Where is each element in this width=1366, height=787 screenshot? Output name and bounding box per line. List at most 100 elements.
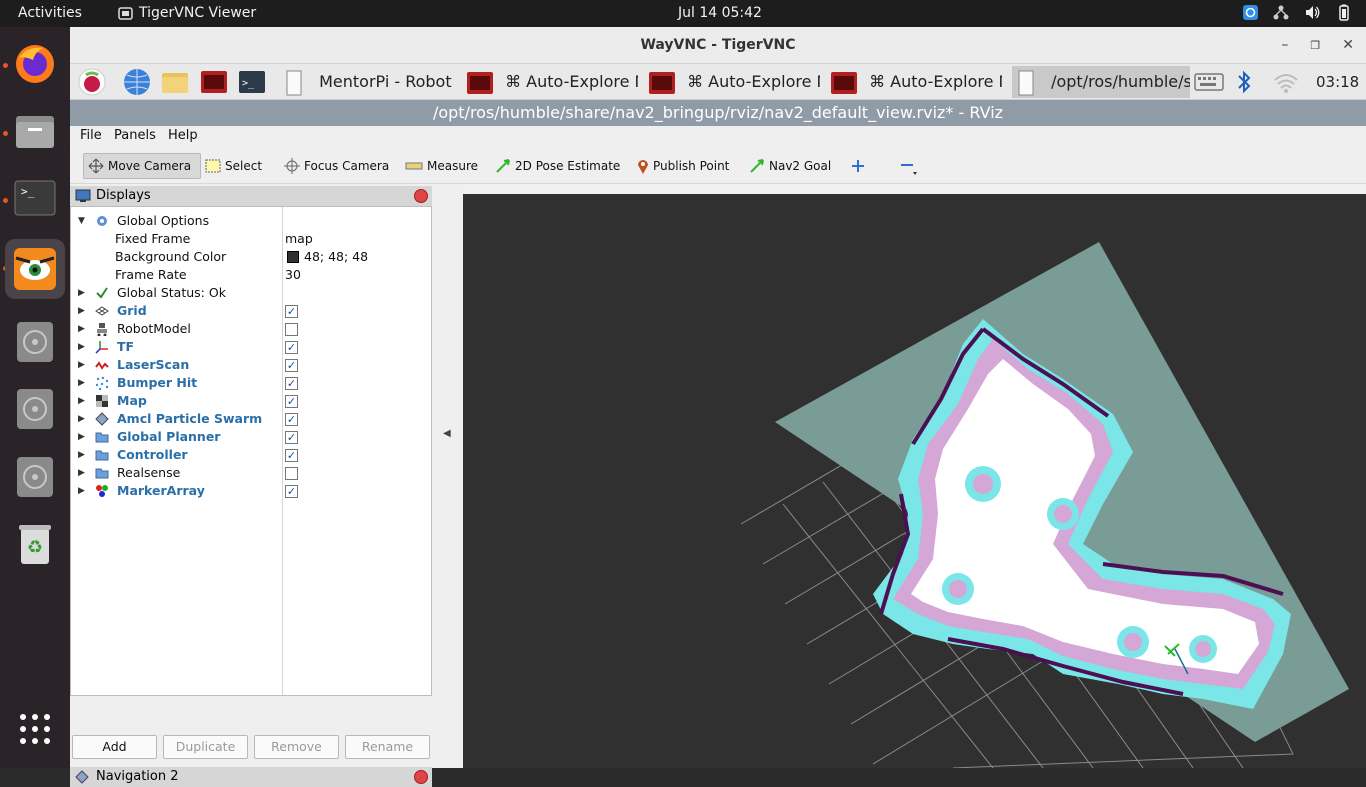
remove-tool-button[interactable] <box>895 153 923 179</box>
tree-row-global-planner[interactable]: ▶ Global Planner ✓ <box>71 428 431 446</box>
expand-arrow-icon[interactable]: ▶ <box>78 320 85 338</box>
remote-clock[interactable]: 03:18 <box>1316 66 1359 98</box>
app-menu[interactable]: TigerVNC Viewer <box>118 5 256 21</box>
visibility-checkbox[interactable]: ✓ <box>285 359 298 372</box>
close-panel-button[interactable] <box>414 189 428 203</box>
visibility-checkbox[interactable]: ✓ <box>285 377 298 390</box>
close-button[interactable]: ✕ <box>1342 27 1354 64</box>
property-value[interactable]: 48; 48; 48 <box>304 248 368 266</box>
expand-arrow-icon[interactable]: ▶ <box>78 410 85 428</box>
taskbar-task[interactable]: MentorPi - Robot .. <box>284 66 456 98</box>
expand-arrow-icon[interactable]: ▶ <box>78 356 85 374</box>
taskbar-task[interactable]: ⌘ Auto-Explore M.. <box>466 66 638 98</box>
app-grid-icon[interactable] <box>10 704 60 754</box>
expand-arrow-icon[interactable]: ▶ <box>78 428 85 446</box>
menu-help[interactable]: Help <box>168 128 198 143</box>
firefox-icon[interactable] <box>10 39 60 89</box>
tree-row-controller[interactable]: ▶ Controller ✓ <box>71 446 431 464</box>
expand-arrow-icon[interactable]: ▶ <box>78 284 85 302</box>
rename-display-button[interactable]: Rename <box>345 735 430 759</box>
visibility-checkbox[interactable]: ✓ <box>285 413 298 426</box>
collapse-arrow-icon[interactable]: ▼ <box>78 212 85 230</box>
disc-icon[interactable] <box>10 384 60 434</box>
raspberry-pi-menu-icon[interactable] <box>78 68 106 96</box>
collapse-panel-icon[interactable]: ◀ <box>443 428 451 439</box>
tree-row-frame-rate[interactable]: Frame Rate 30 <box>71 266 431 284</box>
visibility-checkbox[interactable]: ✓ <box>285 341 298 354</box>
map-render[interactable] <box>463 194 1366 768</box>
visibility-checkbox[interactable]: ✓ <box>285 431 298 444</box>
expand-arrow-icon[interactable]: ▶ <box>78 392 85 410</box>
publish-point-tool[interactable]: Publish Point <box>633 153 733 179</box>
tree-row-laserscan[interactable]: ▶ LaserScan ✓ <box>71 356 431 374</box>
rviz-3d-viewport[interactable] <box>463 194 1366 768</box>
tree-row-markerarray[interactable]: ▶ MarkerArray ✓ <box>71 482 431 500</box>
files-icon[interactable] <box>10 107 60 157</box>
taskbar-task[interactable]: ⌘ Auto-Explore M.. <box>648 66 820 98</box>
tree-row-tf[interactable]: ▶ TF ✓ <box>71 338 431 356</box>
visibility-checkbox[interactable]: ✓ <box>285 485 298 498</box>
tree-row-realsense[interactable]: ▶ Realsense <box>71 464 431 482</box>
trash-icon[interactable]: ♻ <box>10 519 60 569</box>
move-camera-tool[interactable]: Move Camera <box>83 153 201 179</box>
tree-row-bumper-hit[interactable]: ▶ Bumper Hit ✓ <box>71 374 431 392</box>
bluetooth-icon[interactable] <box>1234 68 1254 96</box>
visibility-checkbox[interactable]: ✓ <box>285 449 298 462</box>
disc-icon[interactable] <box>10 452 60 502</box>
rviz-titlebar[interactable]: /opt/ros/humble/share/nav2_bringup/rviz/… <box>70 100 1366 126</box>
tree-row-grid[interactable]: ▶ Grid ✓ <box>71 302 431 320</box>
property-value[interactable]: 30 <box>285 266 301 284</box>
folder-icon <box>95 468 109 479</box>
tigervnc-icon[interactable] <box>5 239 65 299</box>
add-display-button[interactable]: Add <box>72 735 157 759</box>
network-icon <box>1273 5 1289 20</box>
measure-tool[interactable]: Measure <box>401 153 482 179</box>
visibility-checkbox[interactable]: ✓ <box>285 395 298 408</box>
select-tool[interactable]: Select <box>201 153 266 179</box>
taskbar-task-active[interactable]: /opt/ros/humble/s.. <box>1012 66 1190 98</box>
disc-icon[interactable] <box>10 317 60 367</box>
terminal-icon[interactable]: >_ <box>238 68 266 96</box>
add-tool-button[interactable] <box>847 153 869 179</box>
visibility-checkbox[interactable] <box>285 467 298 480</box>
expand-arrow-icon[interactable]: ▶ <box>78 338 85 356</box>
remove-display-button[interactable]: Remove <box>254 735 339 759</box>
web-browser-icon[interactable] <box>123 68 151 96</box>
minimize-button[interactable]: – <box>1281 27 1288 64</box>
taskbar-task[interactable]: ⌘ Auto-Explore M.. <box>830 66 1002 98</box>
duplicate-display-button[interactable]: Duplicate <box>163 735 248 759</box>
menu-panels[interactable]: Panels <box>114 128 156 143</box>
app-icon[interactable] <box>200 68 228 96</box>
visibility-checkbox[interactable]: ✓ <box>285 305 298 318</box>
tree-row-global-options[interactable]: ▼ Global Options <box>71 212 431 230</box>
close-panel-button[interactable] <box>414 770 428 784</box>
activities-button[interactable]: Activities <box>18 5 82 21</box>
terminal-icon[interactable]: >_ <box>10 174 60 224</box>
expand-arrow-icon[interactable]: ▶ <box>78 374 85 392</box>
tree-row-map[interactable]: ▶ Map ✓ <box>71 392 431 410</box>
tree-row-robotmodel[interactable]: ▶ RobotModel <box>71 320 431 338</box>
expand-arrow-icon[interactable]: ▶ <box>78 482 85 500</box>
tree-row-global-status[interactable]: ▶ Global Status: Ok <box>71 284 431 302</box>
expand-arrow-icon[interactable]: ▶ <box>78 446 85 464</box>
focus-camera-tool[interactable]: Focus Camera <box>280 153 393 179</box>
tree-row-fixed-frame[interactable]: Fixed Frame map <box>71 230 431 248</box>
property-value[interactable]: map <box>285 230 313 248</box>
visibility-checkbox[interactable] <box>285 323 298 336</box>
clock[interactable]: Jul 14 05:42 <box>678 5 762 21</box>
file-manager-icon[interactable] <box>161 68 189 96</box>
menu-file[interactable]: File <box>80 128 102 143</box>
maximize-button[interactable]: ❐ <box>1310 27 1320 64</box>
nav2-goal-tool[interactable]: Nav2 Goal <box>745 153 835 179</box>
pose-estimate-tool[interactable]: 2D Pose Estimate <box>491 153 624 179</box>
wifi-icon[interactable] <box>1272 68 1300 96</box>
color-swatch[interactable] <box>287 251 299 263</box>
tree-row-amcl-particle-swarm[interactable]: ▶ Amcl Particle Swarm ✓ <box>71 410 431 428</box>
system-tray[interactable] <box>1242 4 1352 21</box>
keyboard-icon[interactable] <box>1194 68 1224 96</box>
tree-row-background-color[interactable]: Background Color 48; 48; 48 <box>71 248 431 266</box>
expand-arrow-icon[interactable]: ▶ <box>78 464 85 482</box>
expand-arrow-icon[interactable]: ▶ <box>78 302 85 320</box>
vnc-titlebar[interactable]: WayVNC - TigerVNC – ❐ ✕ <box>70 27 1366 64</box>
panel-splitter[interactable]: ◀ <box>432 184 463 768</box>
